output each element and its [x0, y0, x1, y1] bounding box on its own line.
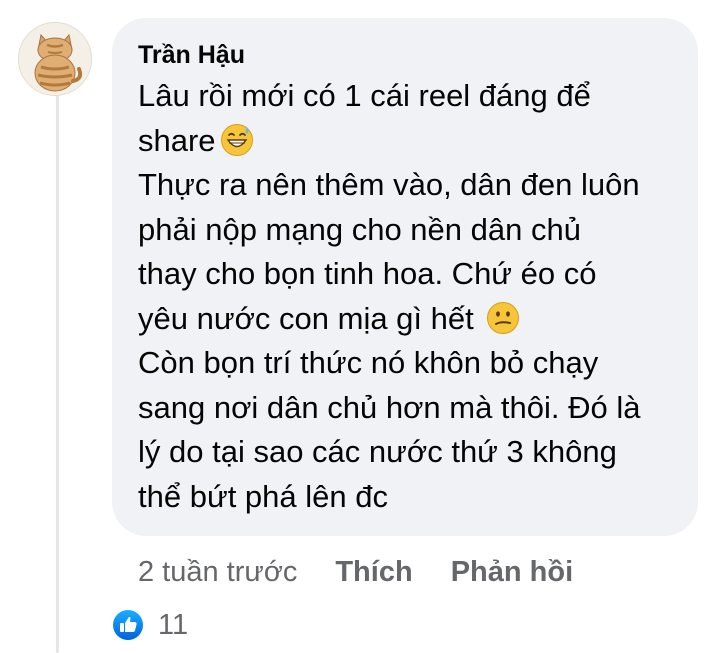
- confused-face-emoji-icon: [487, 301, 520, 334]
- comment-line: share: [138, 119, 672, 164]
- comment-bubble: Trần Hậu Lâu rồi mới có 1 cái reel đáng …: [112, 18, 698, 536]
- reaction-count: 11: [158, 608, 189, 641]
- reaction-summary[interactable]: 11: [112, 605, 188, 645]
- reply-button[interactable]: Phản hồi: [451, 556, 573, 589]
- cat-avatar-icon: [19, 23, 91, 95]
- comment-line: sang nơi dân chủ hơn mà thôi. Đó là: [138, 389, 641, 425]
- comment-timestamp[interactable]: 2 tuần trước: [138, 556, 297, 589]
- comment-line: phải nộp mạng cho nền dân chủ: [138, 211, 581, 247]
- avatar[interactable]: [18, 22, 92, 96]
- comment-line: Lâu rồi mới có 1 cái reel đáng để: [138, 78, 591, 113]
- like-thumb-icon: [113, 610, 143, 640]
- comment-author[interactable]: Trần Hậu: [138, 40, 672, 70]
- comment-line: thể bứt phá lên đc: [138, 478, 388, 514]
- comment-line: lý do tại sao các nước thứ 3 không: [138, 434, 617, 469]
- comment-actions: 2 tuần trước Thích Phản hồi: [138, 552, 611, 592]
- comment-line: yêu nước con mịa gì hết: [138, 297, 672, 342]
- thread-line: [56, 92, 59, 653]
- like-button[interactable]: Thích: [335, 556, 412, 589]
- comment-view: Trần Hậu Lâu rồi mới có 1 cái reel đáng …: [0, 0, 720, 653]
- comment-line: thay cho bọn tinh hoa. Chứ éo có: [138, 256, 597, 291]
- comment-line: Còn bọn trí thức nó khôn bỏ chạy: [138, 345, 599, 380]
- comment-text: Lâu rồi mới có 1 cái reel đáng để share …: [138, 74, 672, 519]
- grinning-sweat-emoji-icon: [220, 123, 253, 156]
- comment-line: Thực ra nên thêm vào, dân đen luôn: [138, 167, 640, 202]
